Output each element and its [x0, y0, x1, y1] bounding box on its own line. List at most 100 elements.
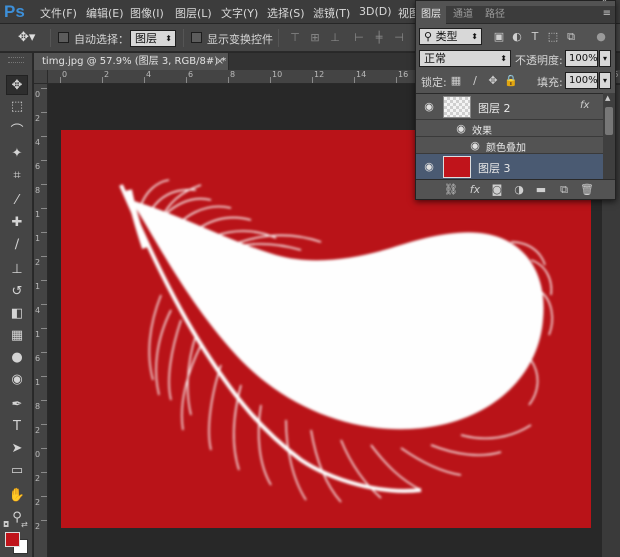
ruler-tick [270, 77, 271, 83]
menu-filter[interactable]: 滤镜(T) [313, 5, 350, 21]
collapse-panel-icon[interactable]: » [602, 0, 608, 5]
auto-select-label: 自动选择： [74, 33, 129, 46]
fx-icon[interactable]: fx [468, 183, 482, 197]
eraser-tool[interactable]: ◧ [6, 304, 28, 324]
effect-name[interactable]: 颜色叠加 [486, 139, 526, 154]
stamp-tool[interactable]: ⊥ [6, 260, 28, 280]
menu-layer[interactable]: 图层(L) [175, 5, 212, 21]
foreground-color-swatch[interactable] [5, 532, 20, 547]
ruler-label: 8 [35, 402, 41, 411]
close-icon[interactable]: × [216, 53, 224, 70]
menu-image[interactable]: 图像(I) [130, 5, 164, 21]
ruler-label: 2 [35, 498, 41, 507]
menu-3d[interactable]: 3D(D) [359, 5, 392, 18]
ruler-tick [41, 520, 47, 521]
lock-all-icon[interactable]: 🔒 [504, 74, 518, 88]
fx-icon[interactable]: fx [580, 100, 589, 111]
default-colors-icon[interactable]: ◘ [3, 520, 9, 529]
magic-wand-tool[interactable]: ✦ [6, 144, 28, 164]
lock-pixels-icon[interactable]: ∕ [468, 74, 482, 88]
document-tab[interactable]: timg.jpg @ 57.9% (图层 3, RGB/8#) * × [34, 53, 229, 70]
effects-row[interactable]: ◉ 效果 [416, 120, 603, 137]
healing-tool[interactable]: ✚ [6, 213, 28, 233]
gradient-tool[interactable]: ▦ [6, 326, 28, 346]
folder-icon[interactable]: ▬ [534, 183, 548, 197]
effect-row[interactable]: ◉ 颜色叠加 [416, 137, 603, 154]
panel-grip[interactable] [8, 57, 24, 63]
menu-file[interactable]: 文件(F) [40, 5, 77, 21]
ruler-label: 1 [35, 378, 41, 387]
ruler-tick [41, 496, 47, 497]
align-left-icon[interactable]: ⊢ [352, 31, 366, 45]
ruler-label: 12 [314, 70, 325, 79]
align-bottom-icon[interactable]: ⊥ [328, 31, 342, 45]
lasso-tool[interactable]: ⌒ [6, 122, 28, 142]
mask-icon[interactable]: ◙ [490, 183, 504, 197]
trash-icon[interactable]: 🗑 [580, 183, 594, 197]
adjustment-filter-icon[interactable]: ◐ [510, 30, 524, 44]
dodge-tool[interactable]: ◉ [6, 370, 28, 390]
pixel-filter-icon[interactable]: ▣ [492, 30, 506, 44]
layer-filter-dropdown[interactable]: ⚲ 类型 ⬍ [419, 28, 482, 45]
opacity-slider-toggle[interactable]: ▾ [599, 50, 611, 67]
ruler-corner[interactable] [34, 70, 48, 84]
layer-row-selected[interactable]: ◉ 图层 3 [416, 154, 603, 180]
type-filter-icon[interactable]: T [528, 30, 542, 44]
blur-tool[interactable]: ● [6, 348, 28, 368]
ruler-tick [354, 77, 355, 83]
ruler-label: 1 [35, 210, 41, 219]
fill-input[interactable]: 100% [565, 72, 598, 89]
history-brush-tool[interactable]: ↺ [6, 282, 28, 302]
pen-tool[interactable]: ✒ [6, 395, 28, 415]
visibility-eye-icon[interactable]: ◉ [468, 139, 482, 153]
ruler-tick [41, 304, 47, 305]
smart-object-filter-icon[interactable]: ⧉ [564, 30, 578, 44]
filter-toggle-icon[interactable]: ● [594, 30, 608, 44]
hand-tool[interactable]: ✋ [6, 486, 28, 506]
fill-slider-toggle[interactable]: ▾ [599, 72, 611, 89]
visibility-eye-icon[interactable]: ◉ [422, 160, 436, 174]
vertical-ruler[interactable]: 0 2 4 6 8 1 1 2 1 4 1 6 1 8 2 0 2 2 2 [34, 84, 48, 557]
marquee-tool[interactable]: ⬚ [6, 97, 28, 117]
layers-scrollbar[interactable]: ▲ [603, 93, 615, 179]
menu-edit[interactable]: 编辑(E) [86, 5, 124, 21]
move-tool[interactable]: ✥ [6, 75, 28, 95]
shape-filter-icon[interactable]: ⬚ [546, 30, 560, 44]
panel-menu-icon[interactable]: ≡ [603, 8, 611, 19]
blend-mode-dropdown[interactable]: 正常 ⬍ [419, 50, 511, 67]
opacity-input[interactable]: 100% [565, 50, 598, 67]
auto-select-dropdown[interactable]: 图层 ⬍ [130, 30, 176, 47]
link-icon[interactable]: ⛓ [444, 183, 458, 197]
brush-tool[interactable]: ∕ [6, 235, 28, 255]
align-top-icon[interactable]: ⊤ [288, 31, 302, 45]
move-icon[interactable]: ✥▾ [18, 30, 35, 45]
align-vcenter-icon[interactable]: ⊞ [308, 31, 322, 45]
tab-channels[interactable]: 通道 [448, 6, 478, 24]
swap-colors-icon[interactable]: ⇄ [21, 520, 28, 529]
scrollbar-thumb[interactable] [605, 107, 613, 135]
lock-position-icon[interactable]: ✥ [486, 74, 500, 88]
auto-select-checkbox[interactable] [58, 32, 69, 43]
visibility-eye-icon[interactable]: ◉ [454, 122, 468, 136]
layer-name[interactable]: 图层 2 [478, 100, 511, 116]
new-layer-icon[interactable]: ⧉ [557, 183, 571, 197]
layer-row[interactable]: ◉ 图层 2 fx [416, 94, 603, 120]
scroll-up-icon[interactable]: ▲ [605, 94, 610, 102]
crop-tool[interactable]: ⌗ [6, 166, 28, 186]
shape-tool[interactable]: ▭ [6, 461, 28, 481]
menu-type[interactable]: 文字(Y) [221, 5, 258, 21]
menu-select[interactable]: 选择(S) [267, 5, 305, 21]
tab-layers[interactable]: 图层 [416, 6, 446, 24]
align-hcenter-icon[interactable]: ╪ [372, 31, 386, 45]
lock-transparent-icon[interactable]: ▦ [449, 74, 463, 88]
path-selection-tool[interactable]: ➤ [6, 439, 28, 459]
adjustment-icon[interactable]: ◑ [512, 183, 526, 197]
ruler-label: 2 [35, 258, 41, 267]
eyedropper-tool[interactable]: ⁄ [6, 191, 28, 211]
visibility-eye-icon[interactable]: ◉ [422, 100, 436, 114]
layer-name[interactable]: 图层 3 [478, 160, 511, 176]
align-right-icon[interactable]: ⊣ [392, 31, 406, 45]
type-tool[interactable]: T [6, 417, 28, 437]
show-transform-checkbox[interactable] [191, 32, 202, 43]
tab-paths[interactable]: 路径 [480, 6, 510, 24]
